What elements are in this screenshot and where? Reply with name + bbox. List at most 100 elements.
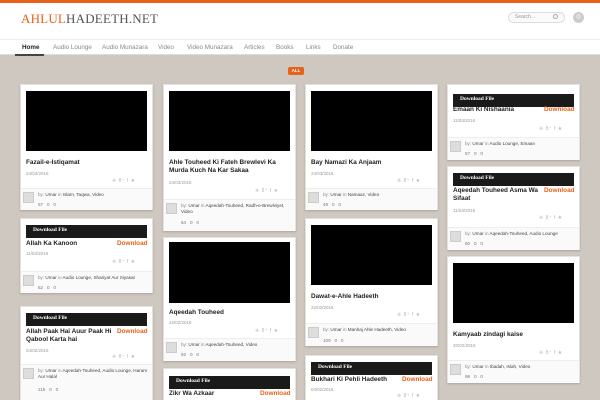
post-title[interactable]: Emaan Ki Nishaania bbox=[453, 106, 543, 114]
post-meta: by: Umar in Namaaz, Video 49 0 0 bbox=[306, 188, 437, 210]
share-icons[interactable]: ❈ 8⁺ f ★ bbox=[539, 215, 563, 221]
nav-active-indicator bbox=[15, 54, 44, 56]
post-card: Fazail-e-Istiqamat 24/03/2016 ❈ 8⁺ f ★ b… bbox=[20, 84, 153, 210]
download-link[interactable]: Download bbox=[402, 376, 433, 383]
post-card: Download File Zikr Wa Azkaar Download bbox=[163, 368, 296, 400]
nav-audio-munazara[interactable]: Audio Munazara bbox=[102, 44, 148, 51]
post-title[interactable]: Aqeedah Touheed Asma Wa Sifaat bbox=[453, 187, 543, 204]
post-card: Download File Bukhari Ki Pehli Hadeeth D… bbox=[305, 355, 438, 400]
post-date: 11/03/2016 bbox=[453, 208, 476, 213]
logo-part-1: AHLUL bbox=[21, 11, 67, 26]
post-title[interactable]: Bukhari Ki Pehli Hadeeth bbox=[311, 376, 401, 384]
main-nav: Home Audio Lounge Audio Munazara Video V… bbox=[0, 39, 600, 56]
share-icons[interactable]: ❈ 8⁺ f ★ bbox=[539, 350, 563, 356]
post-meta: by: Umar in Aqeedah-Touheed, Audio Loung… bbox=[448, 227, 579, 250]
nav-home[interactable]: Home bbox=[22, 44, 40, 51]
post-card: Download File Emaan Ki Nishaania Downloa… bbox=[447, 84, 580, 160]
rss-icon[interactable]: ◎ bbox=[573, 12, 584, 23]
video-thumbnail[interactable] bbox=[453, 263, 574, 323]
nav-video-munazara[interactable]: Video Munazara bbox=[187, 44, 233, 51]
post-date: 11/03/2016 bbox=[26, 251, 49, 256]
share-icons[interactable]: ❈ 8⁺ f ★ bbox=[112, 178, 136, 184]
post-title[interactable]: Dawat-e-Ahle Hadeeth bbox=[311, 293, 432, 301]
post-date: 24/03/2016 bbox=[169, 180, 192, 185]
search-icon[interactable] bbox=[553, 14, 558, 19]
download-link[interactable]: Download bbox=[544, 106, 575, 113]
avatar bbox=[308, 192, 319, 203]
share-icons[interactable]: ❈ 8⁺ f ★ bbox=[112, 354, 136, 360]
post-byline: by: Umar in Aqeedah-Touheed, Audio Loung… bbox=[465, 231, 558, 236]
post-title[interactable]: Allah Ka Kanoon bbox=[26, 240, 106, 248]
share-icons[interactable]: ❈ 8⁺ f ★ bbox=[255, 188, 279, 194]
post-title[interactable]: Aqeedah Touheed bbox=[169, 309, 290, 317]
post-meta: by: Umar in Aqeedah-Touheed, Audio Loung… bbox=[21, 364, 152, 400]
post-byline: by: Umar in Namaaz, Video bbox=[323, 192, 380, 197]
share-icons[interactable]: ❈ 8⁺ f ★ bbox=[112, 259, 136, 265]
post-date: 04/02/2016 bbox=[26, 348, 49, 353]
post-counts: 64 0 0 bbox=[181, 220, 199, 225]
logo-part-2: HADEETH.NET bbox=[66, 11, 159, 26]
post-title[interactable]: Allah Paak Hai Auur Paak Hi Qabool Karta… bbox=[26, 328, 118, 345]
post-title[interactable]: Kamyaab zindagi kaise bbox=[453, 331, 574, 339]
post-counts: 115 0 0 bbox=[38, 387, 59, 392]
nav-books[interactable]: Books bbox=[276, 44, 294, 51]
post-card: Kamyaab zindagi kaise 20/02/2016 ❈ 8⁺ f … bbox=[447, 256, 580, 383]
post-title[interactable]: Fazail-e-Istiqamat bbox=[26, 159, 147, 167]
download-link[interactable]: Download bbox=[260, 390, 291, 397]
video-thumbnail[interactable] bbox=[169, 91, 290, 151]
share-icons[interactable]: ❈ 8⁺ f ★ bbox=[539, 126, 563, 132]
post-byline: by: Umar in Audio Lounge, Emaan bbox=[465, 141, 536, 146]
video-thumbnail[interactable] bbox=[169, 242, 290, 303]
post-date: 22/02/2016 bbox=[169, 320, 192, 325]
video-thumbnail[interactable] bbox=[26, 91, 147, 151]
download-file-bar: Download File bbox=[26, 225, 147, 238]
post-meta: by: Umar in Aqeedah-Touheed, Radh-e-Brew… bbox=[164, 199, 295, 231]
avatar bbox=[23, 192, 34, 203]
post-title[interactable]: Ahle Touheed Ki Fateh Brewlevi Ka Murda … bbox=[169, 159, 290, 176]
nav-video[interactable]: Video bbox=[158, 44, 174, 51]
download-file-bar: Download File bbox=[311, 362, 432, 375]
header: AHLULHADEETH.NET Search... ◎ bbox=[0, 3, 600, 39]
avatar bbox=[450, 231, 461, 242]
share-icons[interactable]: ❈ 8⁺ f ★ bbox=[397, 178, 421, 184]
post-title[interactable]: Bay Namazi Ka Anjaam bbox=[311, 159, 432, 167]
avatar bbox=[166, 203, 177, 214]
video-thumbnail[interactable] bbox=[311, 91, 432, 151]
share-icons[interactable]: ❈ 8⁺ f ★ bbox=[397, 393, 421, 399]
post-meta: by: Umar in Aqeedah-Touheed, Video 92 0 … bbox=[164, 338, 295, 361]
post-byline: by: Umar in Audio Lounge, Shariyat Aur S… bbox=[38, 275, 135, 280]
site-logo[interactable]: AHLULHADEETH.NET bbox=[21, 11, 158, 27]
download-link[interactable]: Download bbox=[117, 240, 148, 247]
nav-audio-lounge[interactable]: Audio Lounge bbox=[53, 44, 92, 51]
post-byline: by: Umar in Aqeedah-Touheed, Video bbox=[181, 342, 258, 347]
post-date: 24/03/2016 bbox=[26, 171, 49, 176]
download-link[interactable]: Download bbox=[117, 328, 148, 335]
nav-donate[interactable]: Donate bbox=[333, 44, 353, 51]
filter-all-button[interactable]: ALL bbox=[288, 67, 304, 75]
post-date: 04/02/2016 bbox=[311, 387, 334, 392]
post-byline: by: Umar in Aqeedah-Touheed, Radh-e-Brew… bbox=[181, 203, 285, 215]
avatar bbox=[23, 275, 34, 286]
avatar bbox=[308, 327, 319, 338]
post-card: Download File Allah Ka Kanoon Download 1… bbox=[20, 218, 153, 293]
post-counts: 49 0 0 bbox=[323, 202, 341, 207]
post-counts: 57 0 0 bbox=[465, 151, 483, 156]
download-link[interactable]: Download bbox=[544, 187, 575, 194]
nav-links[interactable]: Links bbox=[306, 44, 321, 51]
avatar bbox=[23, 368, 34, 379]
post-byline: by: Umar in Manhaj Ahle Hadeeth, Video bbox=[323, 327, 406, 332]
post-meta: by: Umar in Manhaj Ahle Hadeeth, Video 1… bbox=[306, 323, 437, 346]
post-date: 20/02/2016 bbox=[453, 343, 476, 348]
post-meta: by: Umar in Ibadah, Islah, Video 96 0 0 bbox=[448, 360, 579, 383]
post-card: Dawat-e-Ahle Hadeeth 22/02/2016 ❈ 8⁺ f ★… bbox=[305, 218, 438, 346]
nav-articles[interactable]: Articles bbox=[244, 44, 265, 51]
video-thumbnail[interactable] bbox=[311, 225, 432, 285]
post-byline: by: Umar in Aqeedah-Touheed, Audio Loung… bbox=[38, 368, 148, 380]
post-meta: by: Umar in Islam, Taqwa, Video 57 0 0 bbox=[21, 188, 152, 210]
avatar bbox=[450, 364, 461, 375]
post-card: Aqeedah Touheed 22/02/2016 ❈ 8⁺ f ★ by: … bbox=[163, 237, 296, 361]
share-icons[interactable]: ❈ 8⁺ f ★ bbox=[255, 328, 279, 334]
post-counts: 60 0 0 bbox=[465, 241, 483, 246]
post-title[interactable]: Zikr Wa Azkaar bbox=[169, 390, 249, 398]
share-icons[interactable]: ❈ 8⁺ f ★ bbox=[397, 312, 421, 318]
